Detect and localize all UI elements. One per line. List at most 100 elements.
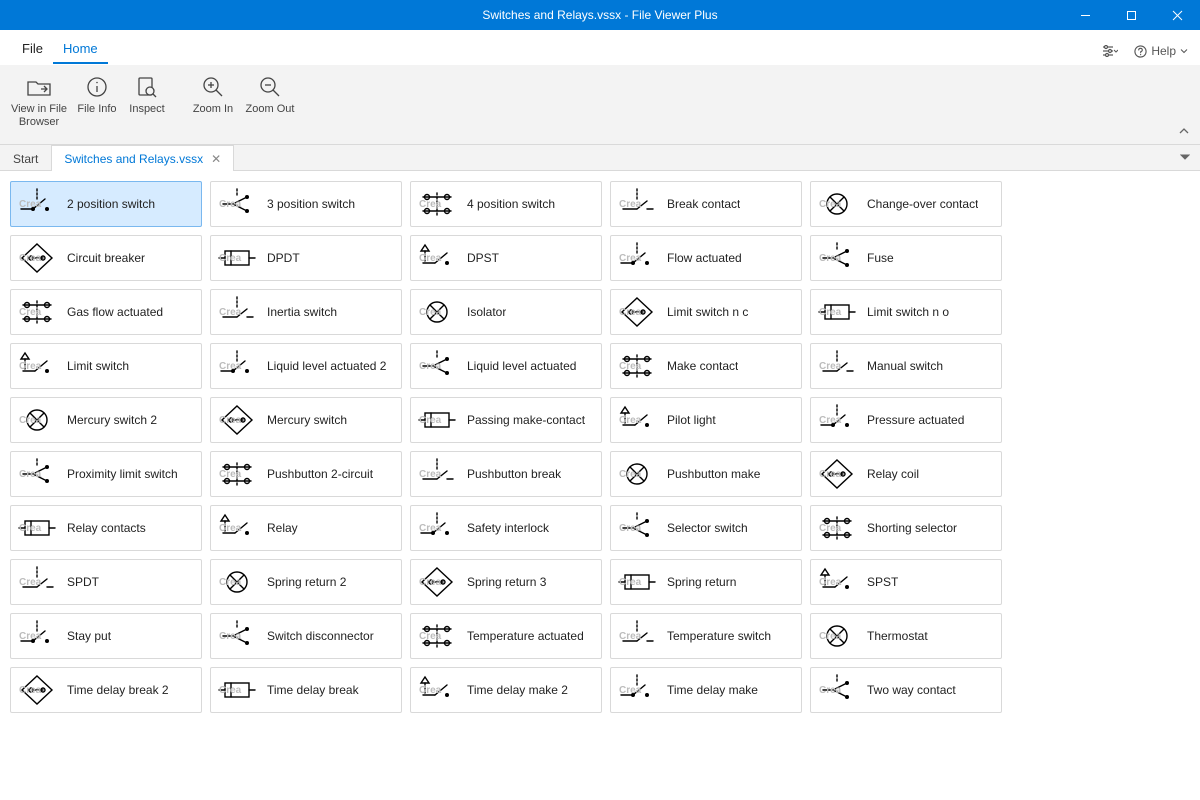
stencil-item[interactable]: Crea Proximity limit switch	[10, 451, 202, 497]
stencil-item[interactable]: Crea Spring return 3	[410, 559, 602, 605]
stencil-item[interactable]: Crea Shorting selector	[810, 505, 1002, 551]
stencil-label: Gas flow actuated	[67, 305, 163, 319]
stencil-item[interactable]: Crea DPDT	[210, 235, 402, 281]
stencil-item[interactable]: Crea 4 position switch	[410, 181, 602, 227]
minimize-button[interactable]	[1062, 0, 1108, 30]
stencil-label: Mercury switch	[267, 413, 347, 427]
stencil-thumb: Crea	[817, 241, 857, 275]
stencil-item[interactable]: Crea Mercury switch 2	[10, 397, 202, 443]
view-in-file-browser-button[interactable]: View in File Browser	[8, 71, 70, 129]
stencil-item[interactable]: Crea Pressure actuated	[810, 397, 1002, 443]
stencil-item[interactable]: Crea DPST	[410, 235, 602, 281]
stencil-item[interactable]: Crea Time delay make	[610, 667, 802, 713]
stencil-label: Make contact	[667, 359, 738, 373]
stencil-label: SPST	[867, 575, 898, 589]
stencil-thumb: Crea	[417, 619, 457, 653]
maximize-button[interactable]	[1108, 0, 1154, 30]
stencil-item[interactable]: Crea SPST	[810, 559, 1002, 605]
zoom-in-button[interactable]: Zoom In	[187, 71, 239, 116]
zoom-out-button[interactable]: Zoom Out	[241, 71, 299, 116]
stencil-item[interactable]: Crea Limit switch n o	[810, 289, 1002, 335]
stencil-thumb: Crea	[17, 187, 57, 221]
title-bar: Switches and Relays.vssx - File Viewer P…	[0, 0, 1200, 30]
stencil-item[interactable]: Crea Pushbutton 2-circuit	[210, 451, 402, 497]
tab-document[interactable]: Switches and Relays.vssx ✕	[51, 145, 234, 171]
stencil-label: Change-over contact	[867, 197, 978, 211]
stencil-item[interactable]: Crea Inertia switch	[210, 289, 402, 335]
stencil-thumb: Crea	[817, 349, 857, 383]
menu-home[interactable]: Home	[53, 35, 108, 64]
stencil-item[interactable]: Crea Manual switch	[810, 343, 1002, 389]
stencil-item[interactable]: Crea 3 position switch	[210, 181, 402, 227]
stencil-label: Liquid level actuated 2	[267, 359, 386, 373]
ribbon-label: File Info	[72, 103, 122, 116]
stencil-label: Circuit breaker	[67, 251, 145, 265]
stencil-item[interactable]: Crea Limit switch	[10, 343, 202, 389]
stencil-item[interactable]: Crea Mercury switch	[210, 397, 402, 443]
stencil-item[interactable]: Crea Spring return	[610, 559, 802, 605]
stencil-thumb: Crea	[217, 241, 257, 275]
inspect-button[interactable]: Inspect	[124, 71, 170, 129]
settings-button[interactable]	[1102, 45, 1118, 57]
stencil-item[interactable]: Crea Fuse	[810, 235, 1002, 281]
stencil-item[interactable]: Crea Safety interlock	[410, 505, 602, 551]
stencil-label: Inertia switch	[267, 305, 337, 319]
tab-start[interactable]: Start	[0, 145, 51, 171]
stencil-item[interactable]: Crea Thermostat	[810, 613, 1002, 659]
stencil-label: Proximity limit switch	[67, 467, 178, 481]
stencil-item[interactable]: Crea Pilot light	[610, 397, 802, 443]
stencil-item[interactable]: Crea Two way contact	[810, 667, 1002, 713]
stencil-content[interactable]: Crea 2 position switch Crea 3 position s…	[0, 171, 1200, 800]
stencil-item[interactable]: Crea Relay contacts	[10, 505, 202, 551]
close-button[interactable]	[1154, 0, 1200, 30]
stencil-item[interactable]: Crea Stay put	[10, 613, 202, 659]
stencil-item[interactable]: Crea Selector switch	[610, 505, 802, 551]
stencil-item[interactable]: Crea Spring return 2	[210, 559, 402, 605]
menu-file[interactable]: File	[12, 35, 53, 64]
stencil-item[interactable]: Crea Liquid level actuated	[410, 343, 602, 389]
stencil-label: Temperature actuated	[467, 629, 584, 643]
stencil-item[interactable]: Crea Time delay break	[210, 667, 402, 713]
stencil-item[interactable]: Crea Switch disconnector	[210, 613, 402, 659]
stencil-item[interactable]: Crea Pushbutton make	[610, 451, 802, 497]
stencil-item[interactable]: Crea Temperature actuated	[410, 613, 602, 659]
stencil-item[interactable]: Crea Make contact	[610, 343, 802, 389]
stencil-thumb: Crea	[17, 619, 57, 653]
tab-overflow-button[interactable]	[1170, 151, 1200, 165]
stencil-thumb: Crea	[17, 673, 57, 707]
stencil-thumb: Crea	[417, 403, 457, 437]
stencil-item[interactable]: Crea Break contact	[610, 181, 802, 227]
stencil-label: DPDT	[267, 251, 300, 265]
stencil-label: Time delay make	[667, 683, 758, 697]
stencil-label: 2 position switch	[67, 197, 155, 211]
zoom-out-icon	[241, 73, 299, 101]
stencil-item[interactable]: Crea Flow actuated	[610, 235, 802, 281]
collapse-ribbon-button[interactable]	[1178, 125, 1190, 140]
stencil-item[interactable]: Crea Liquid level actuated 2	[210, 343, 402, 389]
stencil-item[interactable]: Crea Time delay break 2	[10, 667, 202, 713]
tab-close-icon[interactable]: ✕	[211, 152, 221, 166]
stencil-label: Liquid level actuated	[467, 359, 576, 373]
stencil-thumb: Crea	[617, 349, 657, 383]
stencil-item[interactable]: Crea Relay	[210, 505, 402, 551]
ribbon-label: Zoom Out	[241, 103, 299, 116]
stencil-item[interactable]: Crea Temperature switch	[610, 613, 802, 659]
stencil-item[interactable]: Crea Limit switch n c	[610, 289, 802, 335]
stencil-item[interactable]: Crea Circuit breaker	[10, 235, 202, 281]
stencil-item[interactable]: Crea Isolator	[410, 289, 602, 335]
stencil-item[interactable]: Crea Time delay make 2	[410, 667, 602, 713]
stencil-item[interactable]: Crea Change-over contact	[810, 181, 1002, 227]
help-button[interactable]: Help	[1134, 44, 1188, 58]
stencil-thumb: Crea	[217, 565, 257, 599]
stencil-label: DPST	[467, 251, 499, 265]
stencil-label: Time delay break 2	[67, 683, 169, 697]
stencil-thumb: Crea	[217, 349, 257, 383]
stencil-item[interactable]: Crea 2 position switch	[10, 181, 202, 227]
file-info-button[interactable]: File Info	[72, 71, 122, 129]
stencil-thumb: Crea	[217, 673, 257, 707]
stencil-item[interactable]: Crea Gas flow actuated	[10, 289, 202, 335]
stencil-item[interactable]: Crea SPDT	[10, 559, 202, 605]
stencil-item[interactable]: Crea Pushbutton break	[410, 451, 602, 497]
stencil-item[interactable]: Crea Relay coil	[810, 451, 1002, 497]
stencil-item[interactable]: Crea Passing make-contact	[410, 397, 602, 443]
